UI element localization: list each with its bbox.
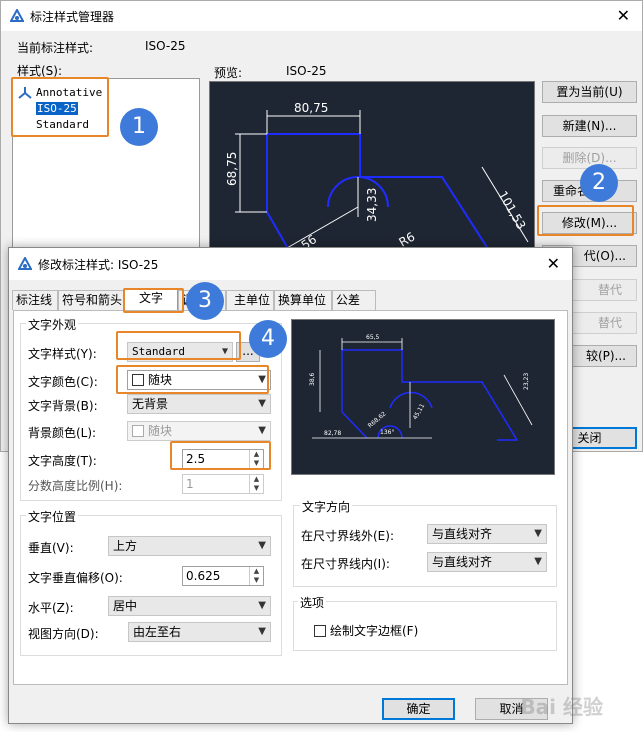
callout-box-modify [537, 205, 634, 236]
tab-alternate-units[interactable]: 换算单位 [274, 290, 332, 310]
horizontal-select[interactable]: 居中 ▼ [108, 596, 271, 616]
vertical-offset-value: 0.625 [186, 569, 221, 583]
title-bar: 标注样式管理器 ✕ [1, 1, 642, 31]
outside-value: 与直线对齐 [432, 527, 493, 541]
text-style-label: 文字样式(Y): [28, 347, 97, 361]
fraction-scale-input[interactable]: 1 ▲ ▼ [182, 474, 264, 494]
callout-badge-2: 2 [580, 164, 618, 202]
color-swatch-icon [132, 425, 144, 437]
ok-button[interactable]: 确定 [382, 698, 455, 720]
chevron-down-icon: ▼ [258, 626, 266, 637]
vertical-select[interactable]: 上方 ▼ [108, 536, 271, 556]
dialog-app-icon [18, 257, 32, 270]
text-preview: 65,5 38,6 23,23 82,78 R68,62 45,11 136° [291, 319, 555, 475]
inside-value: 与直线对齐 [432, 555, 493, 569]
draw-frame-checkbox[interactable]: 绘制文字边框(F) [314, 622, 418, 639]
bg-color-select[interactable]: 随块 ▼ [127, 421, 271, 441]
callout-box-styles [11, 77, 109, 137]
bg-color-value: 随块 [148, 424, 173, 438]
bg-color-label: 背景颜色(L): [28, 426, 97, 440]
callout-badge-4: 4 [249, 320, 287, 358]
preview-dim-text: 136° [380, 429, 394, 436]
spinner-arrows-icon[interactable]: ▲ ▼ [249, 567, 263, 585]
dim-text: 80,75 [294, 101, 328, 115]
callout-box-text-tab [123, 288, 184, 313]
preview-label: 预览: [214, 66, 243, 80]
vertical-offset-input[interactable]: 0.625 ▲ ▼ [182, 566, 264, 586]
chevron-down-icon: ▼ [258, 540, 266, 551]
preview-dim-text: 45,11 [412, 402, 427, 421]
dialog-title: 修改标注样式: ISO-25 [38, 258, 159, 272]
checkbox-icon[interactable] [314, 625, 326, 637]
window-title: 标注样式管理器 [30, 10, 115, 24]
tab-lines[interactable]: 标注线 [12, 290, 58, 310]
chevron-down-icon: ▼ [534, 556, 542, 567]
horizontal-value: 居中 [113, 599, 138, 613]
dim-text: 34,33 [365, 188, 379, 222]
view-direction-select[interactable]: 由左至右 ▼ [128, 622, 271, 642]
text-position-title: 文字位置 [26, 508, 79, 525]
text-direction-title: 文字方向 [300, 498, 353, 515]
text-tab-pane: 文字外观 文字样式(Y): Standard ▼ ... 文字颜色(C): 随块 ▼… [13, 310, 568, 685]
text-color-label: 文字颜色(C): [28, 375, 98, 389]
preview-dim-text: 82,78 [324, 430, 341, 437]
preview-dim-text: 65,5 [366, 334, 380, 341]
dialog-title-bar: 修改标注样式: ISO-25 ✕ [9, 248, 572, 280]
text-direction-group [293, 505, 557, 587]
view-direction-value: 由左至右 [133, 625, 182, 639]
tab-symbols-arrows[interactable]: 符号和箭头 [58, 290, 124, 310]
draw-frame-label: 绘制文字边框(F) [330, 624, 419, 638]
text-bg-label: 文字背景(B): [28, 399, 98, 413]
inside-label: 在尺寸界线内(I): [301, 557, 390, 571]
current-style-value: ISO-25 [145, 39, 186, 53]
spinner-arrows-icon[interactable]: ▲ ▼ [249, 475, 263, 493]
main-preview: 80,75 68,75 34,33 101,53 R6 56 [209, 81, 535, 253]
vertical-label: 垂直(V): [28, 541, 74, 555]
vertical-offset-label: 文字垂直偏移(O): [28, 571, 123, 585]
preview-dim-text: 38,6 [309, 372, 316, 386]
new-style-button[interactable]: 新建(N)... [542, 115, 637, 137]
text-preview-drawing: 65,5 38,6 23,23 82,78 R68,62 45,11 136° [309, 334, 533, 441]
text-height-label: 文字高度(T): [28, 454, 97, 468]
horizontal-label: 水平(Z): [28, 601, 74, 615]
dim-text: 101,53 [495, 189, 528, 232]
options-title: 选项 [298, 594, 327, 611]
view-direction-label: 视图方向(D): [28, 627, 99, 641]
fraction-scale-value: 1 [186, 477, 194, 491]
callout-badge-1: 1 [120, 108, 158, 146]
text-bg-select[interactable]: 无背景 ▼ [127, 394, 271, 414]
chevron-down-icon: ▼ [258, 600, 266, 611]
chevron-down-icon: ▼ [258, 398, 266, 409]
tab-tolerances[interactable]: 公差 [332, 290, 376, 310]
outside-select[interactable]: 与直线对齐 ▼ [427, 524, 547, 544]
outside-label: 在尺寸界线外(E): [301, 529, 394, 543]
text-bg-value: 无背景 [132, 397, 169, 411]
current-style-label: 当前标注样式: [17, 41, 94, 55]
inside-select[interactable]: 与直线对齐 ▼ [427, 552, 547, 572]
callout-box-text-color [116, 365, 269, 394]
watermark: Bai 经验 [520, 695, 603, 719]
callout-box-text-style [116, 331, 241, 360]
chevron-down-icon: ▼ [534, 528, 542, 539]
modify-dim-style-dialog: 修改标注样式: ISO-25 ✕ 标注线 符号和箭头 文字 调整 主单位 换算单… [8, 247, 573, 724]
tab-primary-units[interactable]: 主单位 [226, 290, 274, 310]
text-appearance-title: 文字外观 [26, 316, 79, 333]
chevron-down-icon: ▼ [258, 425, 266, 436]
set-current-button[interactable]: 置为当前(U) [542, 81, 637, 103]
preview-value: ISO-25 [286, 64, 327, 78]
preview-dim-text: 23,23 [523, 373, 530, 390]
callout-badge-3: 3 [186, 282, 224, 320]
callout-box-text-height [170, 441, 271, 470]
main-preview-drawing: 80,75 68,75 34,33 101,53 R6 56 [225, 101, 529, 253]
vertical-value: 上方 [113, 539, 138, 553]
dialog-close-icon[interactable]: ✕ [547, 254, 560, 273]
app-icon [10, 9, 24, 22]
close-icon[interactable]: ✕ [617, 6, 630, 25]
fraction-scale-label: 分数高度比例(H): [28, 479, 123, 493]
dim-text: 68,75 [225, 152, 239, 186]
